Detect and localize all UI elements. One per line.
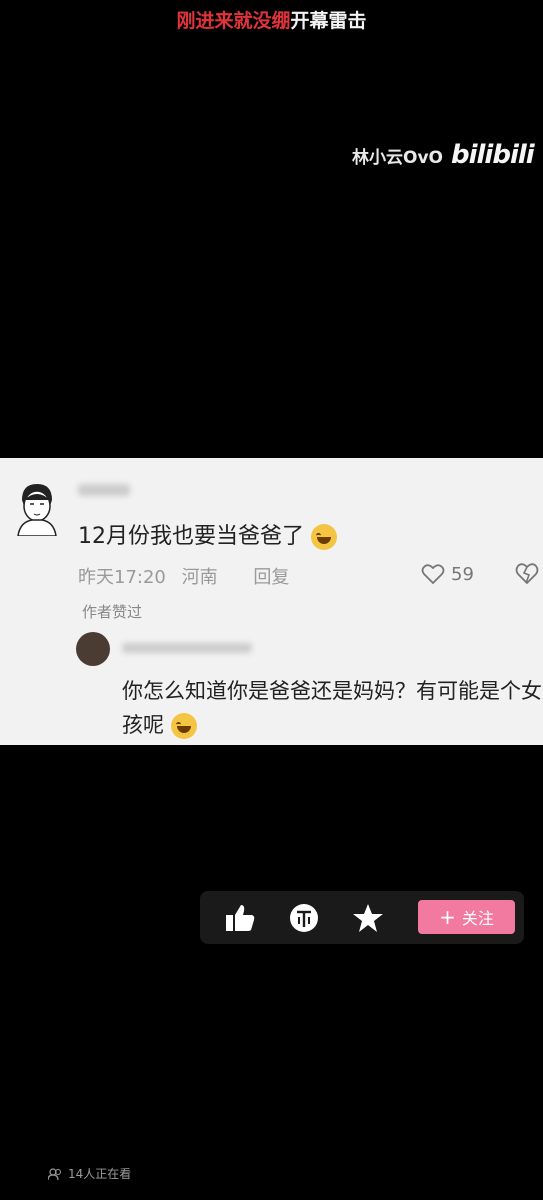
blurred-username: [78, 484, 130, 496]
follow-button[interactable]: + 关注: [418, 900, 515, 934]
plus-icon: +: [439, 905, 456, 929]
author-liked-label: 作者赞过: [82, 603, 143, 621]
star-icon[interactable]: [352, 903, 384, 933]
blurred-reply-username: [122, 643, 252, 653]
uploader-name: 林小云OvO: [352, 147, 443, 168]
viewer-count: 14人正在看: [48, 1165, 131, 1182]
reply-avatar: [76, 632, 110, 666]
comment-text: 12月份我也要当爸爸了: [78, 518, 337, 550]
laugh-emoji-icon: [170, 713, 197, 739]
comment-screenshot: 12月份我也要当爸爸了 昨天17:20 河南 回复 59 作者赞过 你怎么知道你…: [0, 458, 543, 745]
comment-text-content: 12月份我也要当爸爸了: [78, 524, 304, 549]
danmaku-red-text: 刚进来就没绷: [176, 10, 291, 32]
thumbs-up-icon[interactable]: [224, 903, 256, 933]
avatar-icon: [17, 484, 57, 536]
grin-emoji-icon: [311, 524, 337, 550]
action-toolbar: + 关注: [200, 891, 524, 944]
danmaku-white-text: 开幕雷击: [290, 10, 367, 32]
heart-icon: [421, 564, 445, 585]
people-icon: [48, 1167, 61, 1180]
watermark: 林小云OvO bilibili: [352, 140, 535, 170]
danmaku-line: 刚进来就没绷开幕雷击: [0, 6, 543, 33]
follow-label: 关注: [461, 909, 494, 928]
bilibili-logo: bilibili: [451, 140, 535, 170]
comment-meta: 昨天17:20 河南 回复: [78, 563, 299, 589]
reply-text: 你怎么知道你是爸爸还是妈妈？有可能是个女孩呢: [122, 674, 542, 742]
viewer-count-text: 14人正在看: [68, 1167, 132, 1181]
broken-heart-icon[interactable]: [514, 561, 540, 585]
comment-location: 河南: [181, 567, 218, 588]
comment-time: 昨天17:20: [78, 567, 166, 588]
like-count-value: 59: [451, 563, 474, 585]
like-count[interactable]: 59: [421, 563, 474, 585]
coin-icon[interactable]: [289, 903, 319, 933]
reply-button[interactable]: 回复: [253, 567, 289, 588]
